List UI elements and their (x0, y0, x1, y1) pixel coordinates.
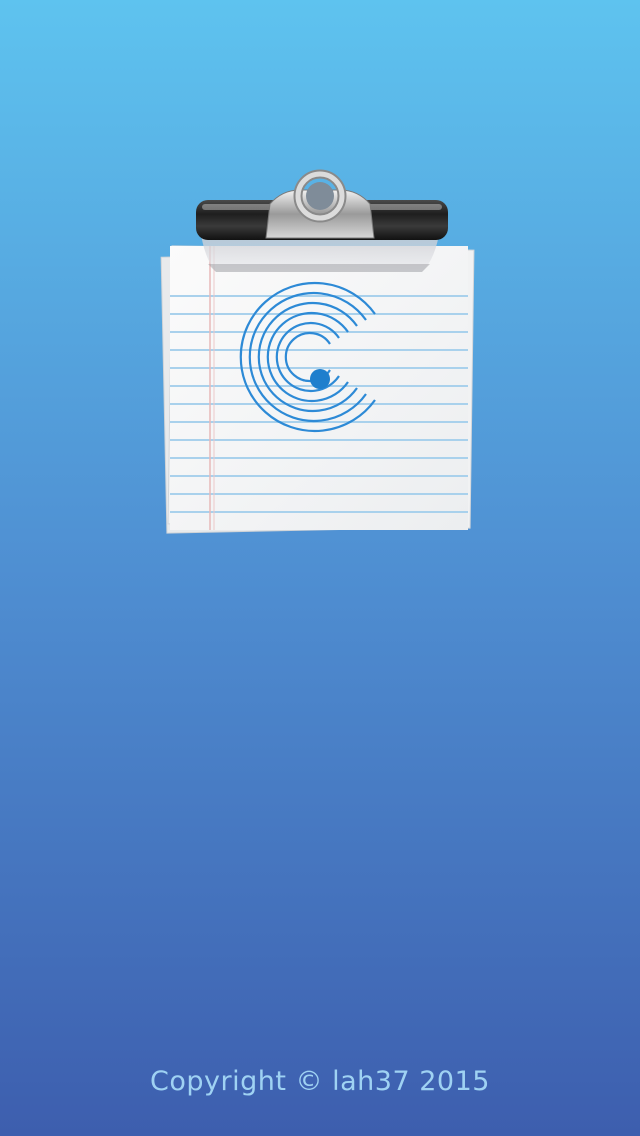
c-logo-dot (310, 369, 330, 389)
clipboard-notepad-c-logo-icon (160, 169, 475, 534)
splash-screen: Copyright © lah37 2015 (0, 0, 640, 1136)
copyright-text: Copyright © lah37 2015 (150, 1066, 490, 1097)
app-logo (160, 168, 480, 540)
